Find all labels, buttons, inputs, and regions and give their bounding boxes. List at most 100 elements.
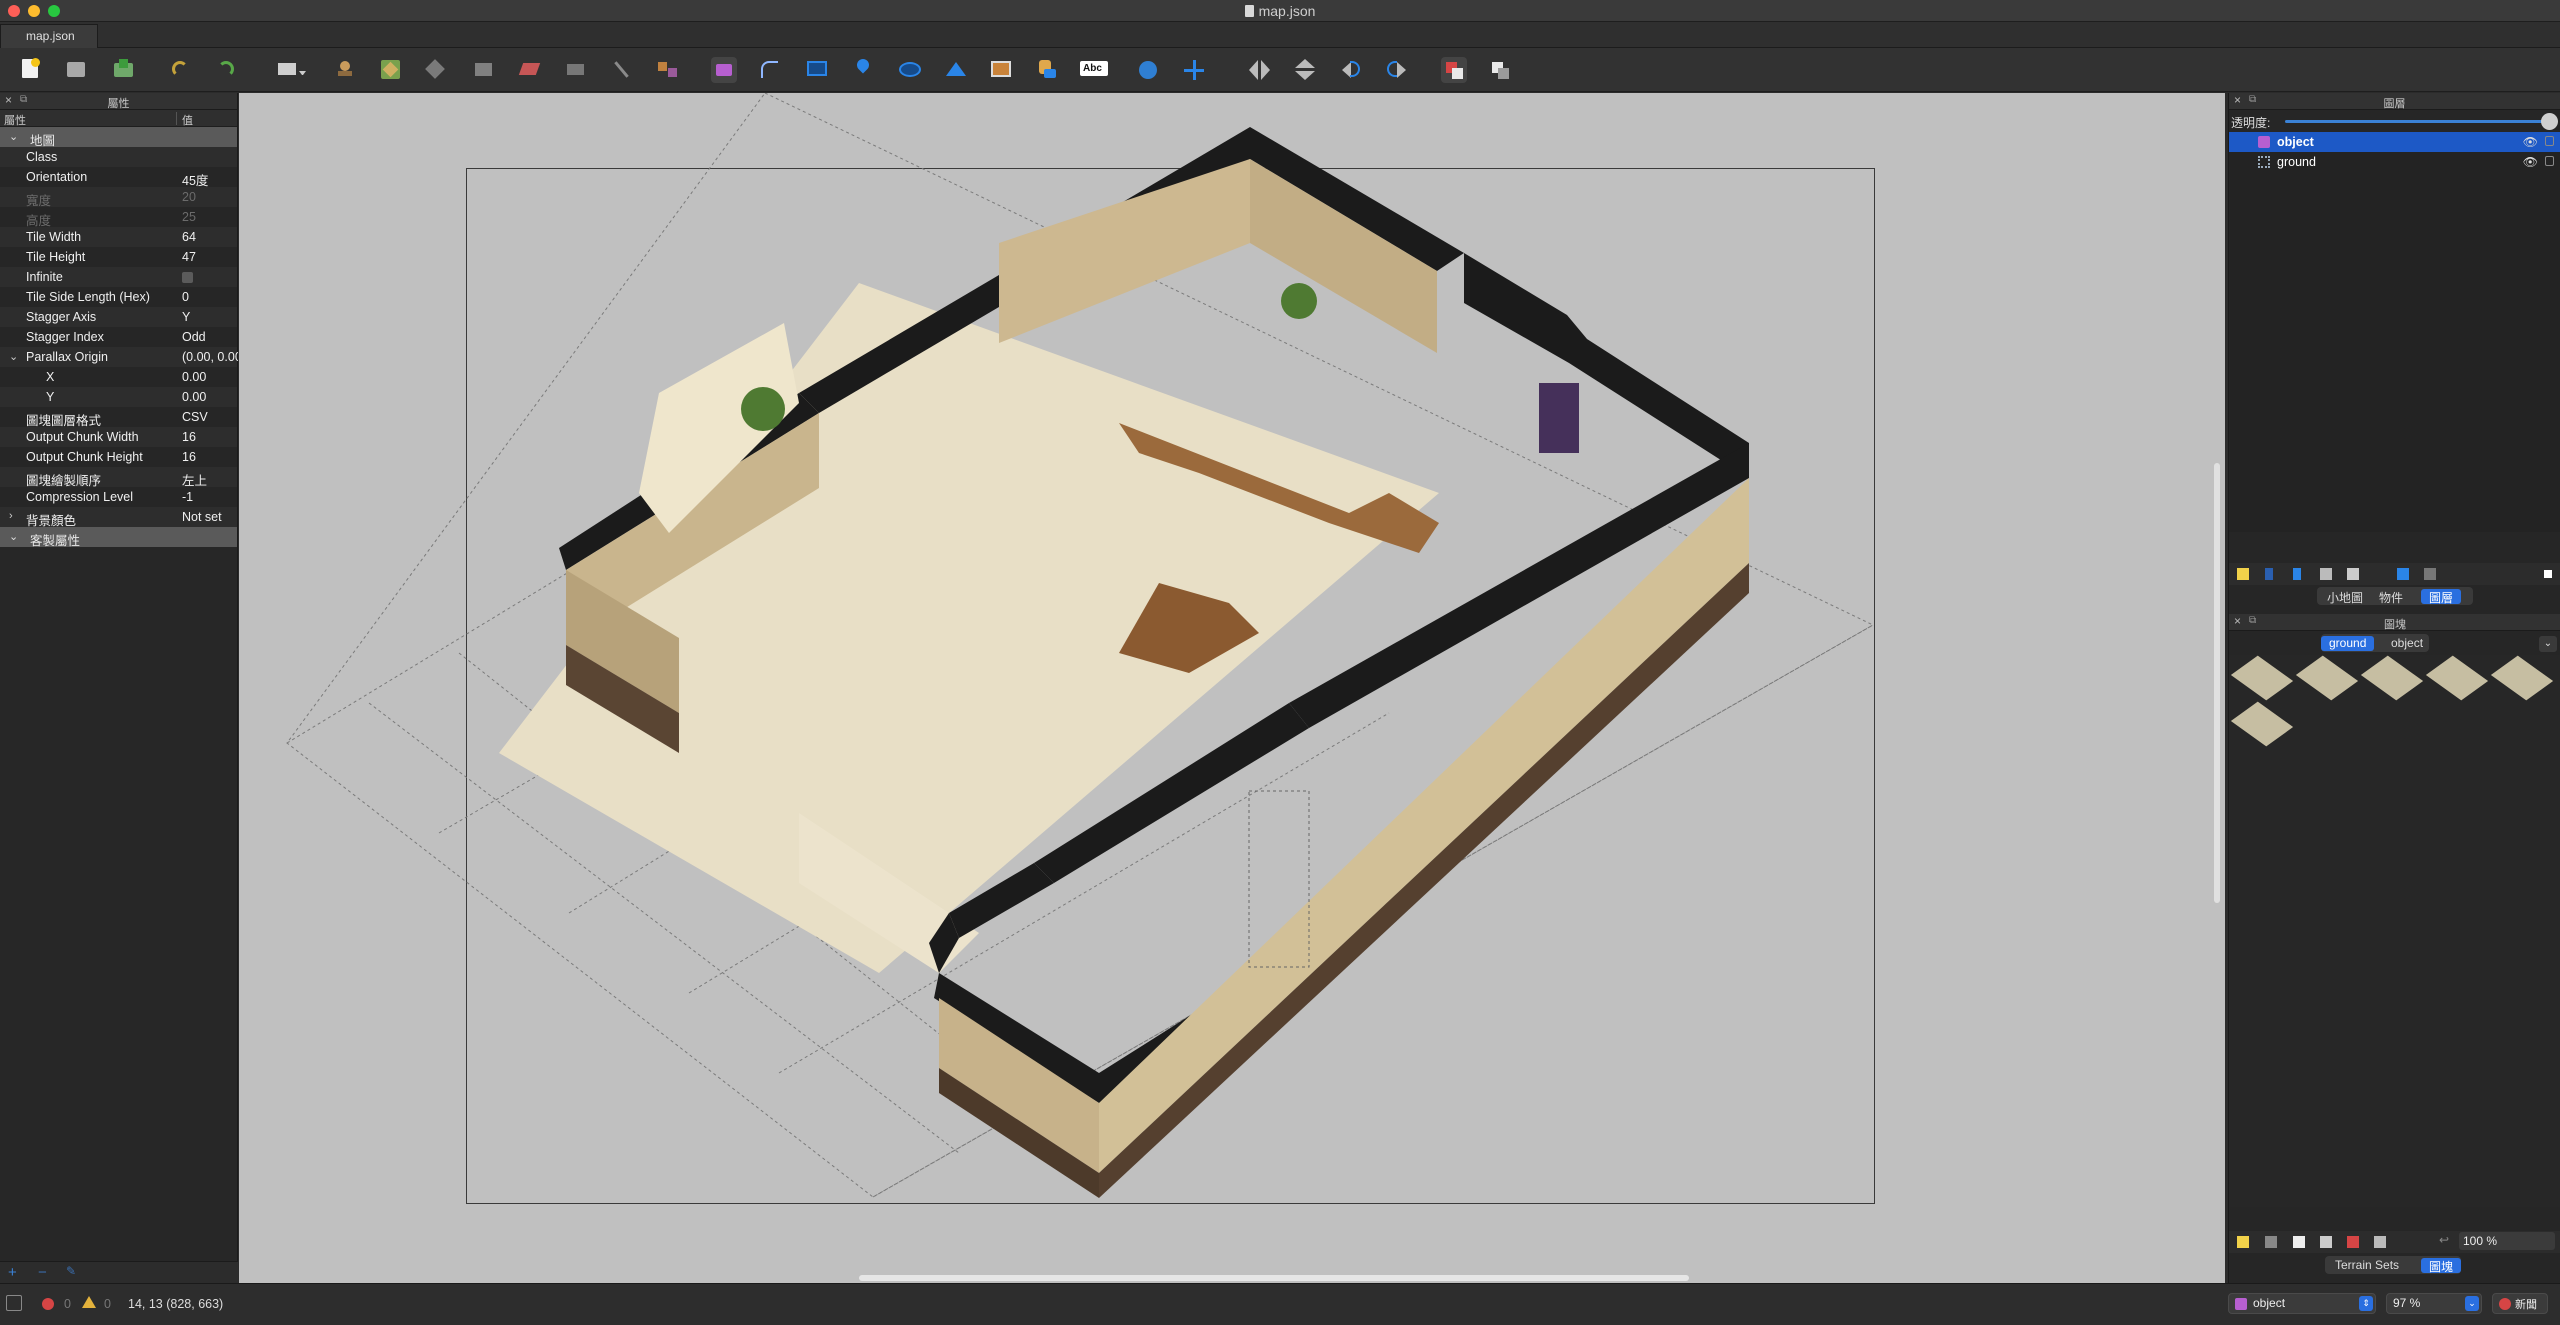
- visibility-eye-icon[interactable]: 👁: [2523, 155, 2538, 169]
- prop-row[interactable]: Tile Side Length (Hex) 0: [0, 287, 237, 307]
- tile[interactable]: [2360, 655, 2424, 701]
- prop-row[interactable]: Y 0.00: [0, 387, 237, 407]
- lower-layer-icon[interactable]: [2293, 568, 2301, 580]
- add-property-icon[interactable]: +: [8, 1264, 17, 1281]
- prop-row[interactable]: Tile Height 47: [0, 247, 237, 267]
- select-objects-icon[interactable]: [711, 57, 737, 83]
- tileset-terrain-icon[interactable]: [2347, 1236, 2359, 1248]
- tab-minimap[interactable]: 小地圖: [2319, 589, 2371, 605]
- column-property[interactable]: 屬性: [4, 112, 26, 128]
- insert-rectangle-icon[interactable]: [804, 57, 830, 83]
- magic-wand-icon[interactable]: [609, 57, 635, 83]
- open-file-icon[interactable]: [64, 57, 90, 83]
- panel-menu-icon[interactable]: [2544, 570, 2552, 578]
- rotate-right-icon[interactable]: [1384, 57, 1410, 83]
- close-panel-icon[interactable]: ×: [2234, 614, 2241, 628]
- float-panel-icon[interactable]: ⧉: [2249, 615, 2256, 626]
- tile[interactable]: [2230, 655, 2294, 701]
- insert-tile-icon[interactable]: [988, 57, 1014, 83]
- flip-horizontal-icon[interactable]: [1247, 57, 1273, 83]
- layer-visibility-icon[interactable]: [2397, 568, 2409, 580]
- prop-row[interactable]: Stagger Axis Y: [0, 307, 237, 327]
- insert-polygon-icon[interactable]: [943, 57, 969, 83]
- insert-point-icon[interactable]: [850, 56, 876, 83]
- tile[interactable]: [2295, 655, 2359, 701]
- embed-tileset-icon[interactable]: [2265, 1236, 2277, 1248]
- toggle-panels-icon[interactable]: [6, 1295, 22, 1311]
- visibility-eye-icon[interactable]: 👁: [2523, 135, 2538, 149]
- prop-row[interactable]: 圖塊圖層格式 CSV: [0, 407, 237, 428]
- new-layer-icon[interactable]: [2237, 568, 2249, 580]
- prop-row[interactable]: X 0.00: [0, 367, 237, 387]
- edit-tileset-icon[interactable]: [2320, 1236, 2332, 1248]
- shape-fill-icon[interactable]: [471, 57, 497, 83]
- tab-map-json[interactable]: map.json: [0, 24, 98, 48]
- export-tileset-icon[interactable]: [2293, 1236, 2305, 1248]
- bucket-fill-icon[interactable]: [423, 57, 449, 83]
- delete-layer-icon[interactable]: [2347, 568, 2359, 580]
- duplicate-layer-icon[interactable]: [2320, 568, 2332, 580]
- vertical-scrollbar[interactable]: [2214, 463, 2220, 903]
- insert-ellipse-icon[interactable]: [897, 57, 923, 83]
- chevron-down-icon[interactable]: ⌄: [9, 350, 18, 363]
- insert-template-icon[interactable]: [1034, 57, 1060, 83]
- isometric-map[interactable]: [239, 93, 2225, 1283]
- stamp-brush-icon[interactable]: [333, 57, 359, 83]
- opacity-slider-track[interactable]: [2285, 120, 2547, 123]
- lock-icon[interactable]: [2545, 156, 2554, 166]
- warning-icon[interactable]: [82, 1296, 96, 1308]
- tab-objects[interactable]: 物件: [2371, 589, 2411, 605]
- raise-layer-icon[interactable]: [2265, 568, 2273, 580]
- new-tileset-icon[interactable]: [2237, 1236, 2249, 1248]
- rotate-left-icon[interactable]: [1338, 57, 1364, 83]
- prop-row[interactable]: Tile Width 64: [0, 227, 237, 247]
- close-panel-icon[interactable]: ×: [2234, 93, 2241, 107]
- map-canvas[interactable]: [239, 93, 2225, 1283]
- tile[interactable]: [2490, 655, 2554, 701]
- tile[interactable]: [2425, 655, 2489, 701]
- terrain-brush-icon[interactable]: [378, 57, 404, 83]
- prop-row[interactable]: Infinite: [0, 267, 237, 287]
- new-map-icon[interactable]: [19, 57, 45, 83]
- chevron-down-icon[interactable]: ⌄: [2539, 636, 2557, 652]
- column-value[interactable]: 值: [182, 112, 193, 128]
- dynamic-wrap-icon[interactable]: ↩: [2439, 1233, 2449, 1247]
- rename-property-icon[interactable]: ✎: [66, 1264, 76, 1278]
- tab-tileset-object[interactable]: object: [2383, 636, 2431, 651]
- infinite-checkbox[interactable]: [182, 272, 193, 283]
- redo-icon[interactable]: [214, 57, 240, 83]
- tile[interactable]: [2230, 701, 2294, 747]
- show-tile-animations-icon[interactable]: [1487, 57, 1513, 83]
- world-tool-icon[interactable]: [1135, 57, 1161, 83]
- prop-row[interactable]: Stagger Index Odd: [0, 327, 237, 347]
- undo-icon[interactable]: [168, 57, 194, 83]
- prop-row[interactable]: Output Chunk Width 16: [0, 427, 237, 447]
- eraser-icon[interactable]: [517, 57, 543, 83]
- tab-tiles[interactable]: 圖塊: [2421, 1258, 2461, 1274]
- rectangle-select-icon[interactable]: [563, 57, 589, 83]
- zoom-combo[interactable]: 97 % ⌄: [2386, 1293, 2482, 1314]
- tab-tileset-ground[interactable]: ground: [2321, 636, 2375, 651]
- section-custom-properties[interactable]: ⌄ 客製屬性: [0, 527, 237, 548]
- horizontal-scrollbar[interactable]: [859, 1275, 1689, 1281]
- remove-tileset-icon[interactable]: [2374, 1236, 2386, 1248]
- edit-polygons-icon[interactable]: [757, 57, 783, 83]
- news-button[interactable]: 新聞: [2492, 1293, 2548, 1314]
- highlight-current-layer-icon[interactable]: [1441, 57, 1467, 83]
- stamp-options-icon[interactable]: [276, 57, 310, 83]
- insert-text-icon[interactable]: Abc: [1079, 57, 1109, 83]
- error-icon[interactable]: [42, 1298, 54, 1310]
- float-panel-icon[interactable]: ⧉: [2249, 94, 2256, 105]
- move-tool-icon[interactable]: [1181, 57, 1207, 83]
- flip-vertical-icon[interactable]: [1292, 57, 1318, 83]
- lock-layer-icon[interactable]: [2424, 568, 2436, 580]
- prop-row[interactable]: 圖塊繪製順序 左上: [0, 467, 237, 488]
- prop-row[interactable]: ⌄Parallax Origin(0.00, 0.00): [0, 347, 238, 367]
- remove-property-icon[interactable]: −: [38, 1264, 47, 1281]
- opacity-slider-handle[interactable]: [2541, 113, 2558, 130]
- lock-icon[interactable]: [2545, 136, 2554, 146]
- chevron-right-icon[interactable]: ›: [9, 510, 13, 522]
- select-same-tile-icon[interactable]: [655, 57, 681, 83]
- prop-row[interactable]: Compression Level -1: [0, 487, 237, 507]
- prop-row[interactable]: Orientation 45度: [0, 167, 237, 188]
